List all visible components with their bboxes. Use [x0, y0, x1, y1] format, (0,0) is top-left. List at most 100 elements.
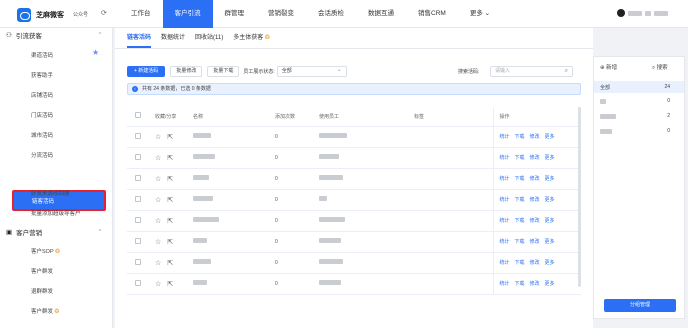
search-input[interactable]: 请输入 ⌕	[490, 66, 573, 77]
group-item[interactable]: 0	[594, 95, 684, 107]
download-link[interactable]: 下载	[515, 176, 525, 182]
nav-workbench[interactable]: 工作台	[119, 0, 163, 28]
group-item-all[interactable]: 全部 24	[594, 81, 684, 93]
table-row[interactable]: ☆ ⇱ 0 统计 下载 修改 更多	[127, 147, 581, 169]
table-row[interactable]: ☆ ⇱ 0 统计 下载 修改 更多	[127, 168, 581, 190]
row-checkbox[interactable]	[135, 153, 141, 160]
share-icon[interactable]: ⇱	[167, 155, 173, 162]
status-select[interactable]: 全部	[276, 66, 347, 77]
group-item[interactable]: 2	[594, 110, 684, 122]
add-group-button[interactable]: ⊕ 新增	[600, 63, 617, 71]
search-icon[interactable]: ⌕	[565, 67, 568, 76]
download-link[interactable]: 下载	[515, 197, 525, 203]
tab-multi-entity[interactable]: 多主体获客 ❂	[233, 28, 270, 48]
new-code-button[interactable]: + 新建活码	[127, 66, 166, 77]
share-icon[interactable]: ⇱	[167, 176, 173, 183]
star-outline-icon[interactable]: ☆	[155, 260, 161, 267]
section-marketing[interactable]: ▣ 客户营销	[6, 227, 42, 237]
edit-link[interactable]: 修改	[530, 176, 540, 182]
edit-link[interactable]: 修改	[530, 239, 540, 245]
more-link[interactable]: 更多	[545, 218, 555, 224]
stats-link[interactable]: 统计	[500, 134, 510, 140]
stats-link[interactable]: 统计	[500, 281, 510, 287]
edit-link[interactable]: 修改	[530, 155, 540, 161]
download-link[interactable]: 下载	[515, 155, 525, 161]
more-link[interactable]: 更多	[545, 155, 555, 161]
sidebar-item-acquisition-assistant[interactable]: 获客助手	[31, 71, 53, 79]
more-link[interactable]: 更多	[545, 197, 555, 203]
more-link[interactable]: 更多	[545, 260, 555, 266]
row-checkbox[interactable]	[135, 174, 141, 181]
table-row[interactable]: ☆ ⇱ 0 统计 下载 修改 更多	[127, 126, 581, 148]
group-search-button[interactable]: ⌕ 搜索	[652, 63, 668, 72]
row-checkbox[interactable]	[135, 279, 141, 286]
switch-icon[interactable]: ⟳	[101, 9, 107, 17]
batch-download-button[interactable]: 批量下载	[207, 66, 240, 77]
download-link[interactable]: 下载	[515, 218, 525, 224]
edit-link[interactable]: 修改	[530, 134, 540, 140]
share-icon[interactable]: ⇱	[167, 197, 173, 204]
caret-up-icon[interactable]: ^	[99, 229, 101, 235]
sidebar-item-batch-add[interactable]: 批量添加超级导客户	[31, 209, 81, 217]
nav-marketing-fission[interactable]: 营销裂变	[256, 0, 306, 28]
sidebar-item-store-code[interactable]: 店铺活码	[31, 91, 53, 99]
stats-link[interactable]: 统计	[500, 218, 510, 224]
download-link[interactable]: 下载	[515, 260, 525, 266]
edit-link[interactable]: 修改	[530, 281, 540, 287]
nav-group-management[interactable]: 群管理	[213, 0, 257, 28]
share-icon[interactable]: ⇱	[167, 281, 173, 288]
table-row[interactable]: ☆ ⇱ 0 统计 下载 修改 更多	[127, 273, 581, 295]
nav-more[interactable]: 更多 ⌄	[458, 0, 502, 28]
tab-recycle-bin[interactable]: 回收站(11)	[195, 28, 223, 48]
star-icon[interactable]: ★	[92, 48, 99, 57]
nav-sales-crm[interactable]: 销售CRM	[406, 0, 458, 28]
nav-session-quality[interactable]: 会话质检	[306, 0, 356, 28]
row-checkbox[interactable]	[135, 132, 141, 139]
more-link[interactable]: 更多	[545, 239, 555, 245]
sidebar-item-customer-moments[interactable]: 客户群发 ❂	[31, 307, 60, 315]
row-checkbox[interactable]	[135, 237, 141, 244]
sidebar-item-customer-broadcast[interactable]: 客户群发	[31, 267, 53, 275]
sidebar-item-customer-sop[interactable]: 客户SOP ❂	[31, 247, 60, 255]
stats-link[interactable]: 统计	[500, 176, 510, 182]
star-outline-icon[interactable]: ☆	[155, 134, 161, 141]
sidebar-item-city-code[interactable]: 城市活码	[31, 131, 53, 139]
sidebar-item-group-broadcast[interactable]: 退群群发	[31, 287, 53, 295]
share-icon[interactable]: ⇱	[167, 239, 173, 246]
group-item[interactable]: 0	[594, 125, 684, 137]
nav-data-sync[interactable]: 数据互通	[356, 0, 406, 28]
sidebar-item-shop-code[interactable]: 门店活码	[31, 111, 53, 119]
share-icon[interactable]: ⇱	[167, 260, 173, 267]
star-outline-icon[interactable]: ☆	[155, 155, 161, 162]
share-icon[interactable]: ⇱	[167, 218, 173, 225]
sidebar-item-split-code[interactable]: 分流活码	[31, 151, 53, 159]
stats-link[interactable]: 统计	[500, 155, 510, 161]
stats-link[interactable]: 统计	[500, 239, 510, 245]
download-link[interactable]: 下载	[515, 134, 525, 140]
star-outline-icon[interactable]: ☆	[155, 176, 161, 183]
caret-up-icon[interactable]: ^	[99, 32, 101, 38]
more-link[interactable]: 更多	[545, 134, 555, 140]
user-area[interactable]	[617, 9, 668, 17]
table-row[interactable]: ☆ ⇱ 0 统计 下载 修改 更多	[127, 231, 581, 253]
scrollbar[interactable]	[578, 107, 581, 287]
edit-link[interactable]: 修改	[530, 218, 540, 224]
row-checkbox[interactable]	[135, 216, 141, 223]
edit-link[interactable]: 修改	[530, 260, 540, 266]
table-row[interactable]: ☆ ⇱ 0 统计 下载 修改 更多	[127, 210, 581, 232]
tab-statistics[interactable]: 数据统计	[161, 28, 185, 48]
star-outline-icon[interactable]: ☆	[155, 218, 161, 225]
edit-link[interactable]: 修改	[530, 197, 540, 203]
more-link[interactable]: 更多	[545, 281, 555, 287]
group-manage-button[interactable]: 分组管理	[604, 299, 676, 312]
table-row[interactable]: ☆ ⇱ 0 统计 下载 修改 更多	[127, 189, 581, 211]
stats-link[interactable]: 统计	[500, 260, 510, 266]
batch-edit-button[interactable]: 批量修改	[170, 66, 203, 77]
star-outline-icon[interactable]: ☆	[155, 239, 161, 246]
sidebar-item-friend-source[interactable]: 好友来源收回器	[31, 189, 70, 197]
more-link[interactable]: 更多	[545, 176, 555, 182]
nav-customer-acquisition[interactable]: 客户引流	[162, 0, 213, 28]
download-link[interactable]: 下载	[515, 281, 525, 287]
stats-link[interactable]: 统计	[500, 197, 510, 203]
row-checkbox[interactable]	[135, 195, 141, 202]
